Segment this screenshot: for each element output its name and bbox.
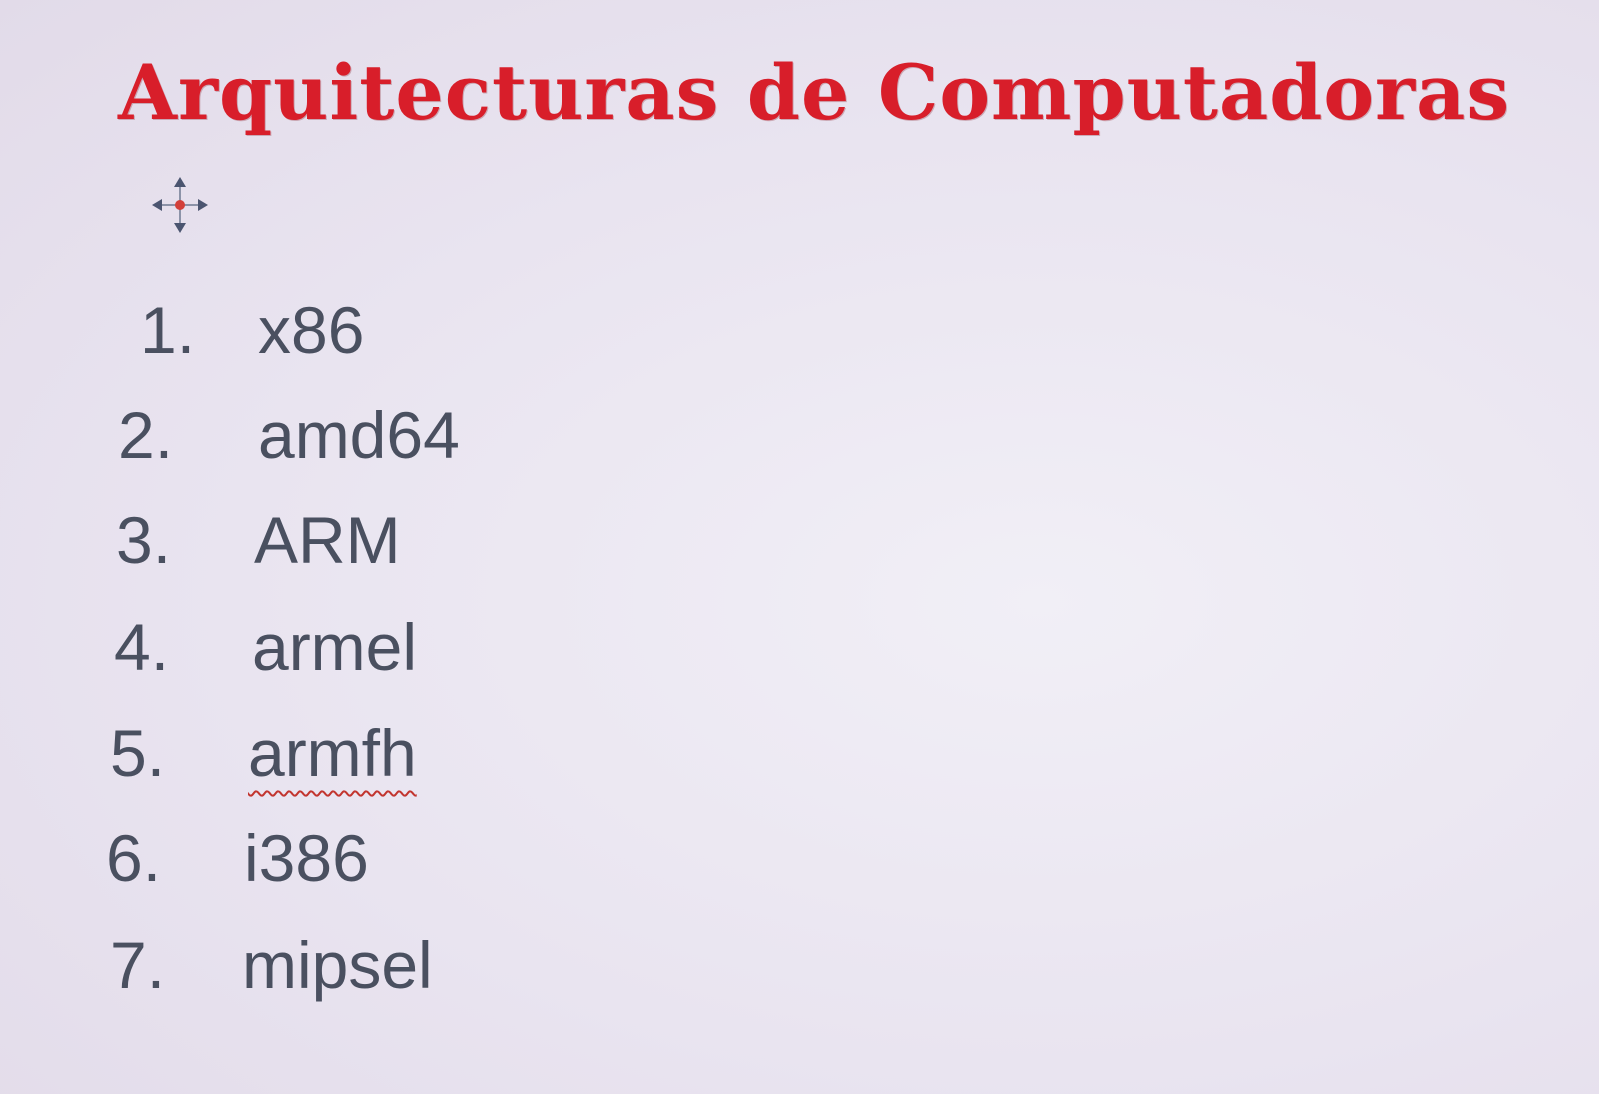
list-item[interactable]: 1. x86 (140, 285, 640, 375)
list-item-number: 1. (140, 293, 196, 367)
list-item-number: 6. (106, 821, 162, 895)
list-item-number: 7. (110, 928, 166, 1002)
list-item-label: amd64 (258, 398, 460, 472)
slide-canvas: Arquitecturas de Computadoras 1. x86 2. … (0, 0, 1599, 1094)
list-item-label: ARM (254, 503, 401, 577)
list-item[interactable]: 7. mipsel (110, 920, 610, 1010)
list-item-number: 2. (118, 398, 174, 472)
list-item[interactable]: 6. i386 (106, 813, 606, 903)
list-item[interactable]: 2. amd64 (118, 390, 618, 480)
list-item[interactable]: 4. armel (114, 602, 614, 692)
list-item[interactable]: 3. ARM (116, 495, 616, 585)
list-item-label-spellcheck-flagged: armfh (248, 716, 417, 790)
list-item-number: 3. (116, 503, 172, 577)
list-item[interactable]: 5. armfh (110, 708, 610, 798)
list-item-label: i386 (244, 821, 369, 895)
slide-title[interactable]: Arquitecturas de Computadoras (118, 38, 1510, 148)
list-item-number: 5. (110, 716, 166, 790)
move-arrows-icon[interactable] (150, 175, 210, 235)
list-item-label: x86 (258, 293, 365, 367)
list-item-label: mipsel (242, 928, 433, 1002)
list-item-label: armel (252, 610, 418, 684)
list-item-number: 4. (114, 610, 170, 684)
